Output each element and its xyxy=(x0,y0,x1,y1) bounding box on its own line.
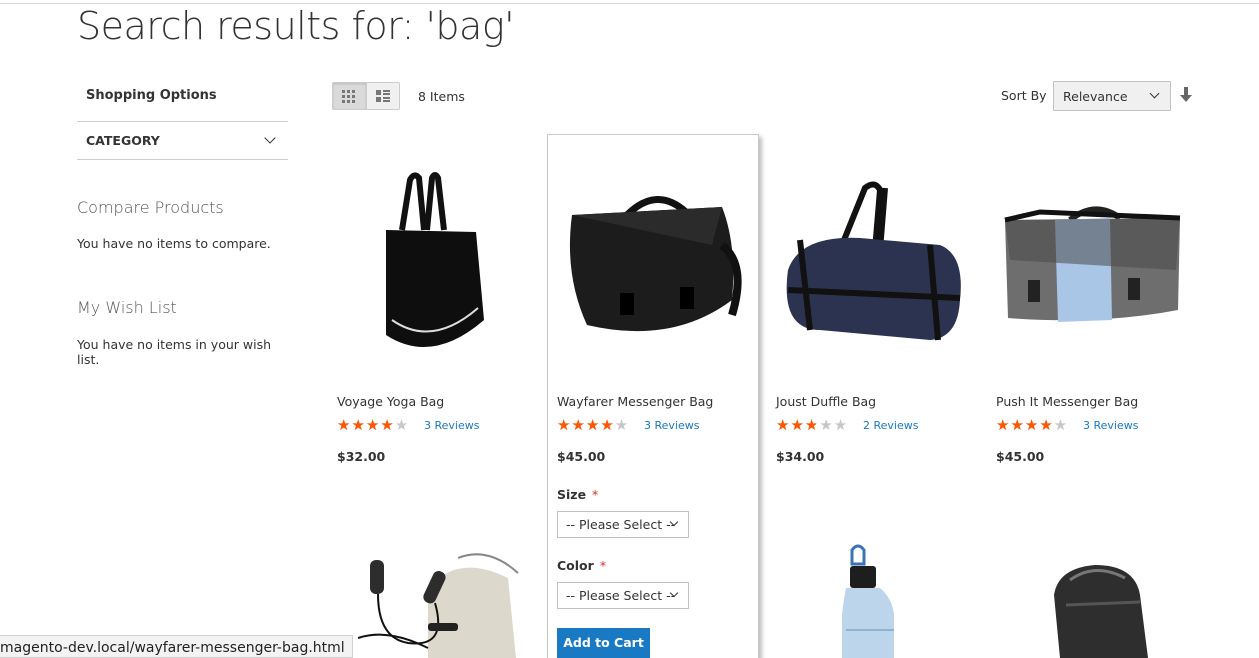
product-rating: ★★★★★★★★★★ 3 Reviews xyxy=(996,416,1196,434)
rating-stars: ★★★★★★★★★★ xyxy=(337,416,410,434)
grid-icon xyxy=(342,89,356,103)
chevron-down-icon xyxy=(1149,88,1160,99)
rating-stars: ★★★★★★★★★★ xyxy=(557,416,630,434)
color-label-text: Color xyxy=(557,558,594,573)
compare-products-text: You have no items to compare. xyxy=(77,236,271,251)
product-item: Wayfarer Messenger Bag ★★★★★★★★★★ 3 Revi… xyxy=(557,394,757,464)
product-item: Voyage Yoga Bag ★★★★★★★★★★ 3 Reviews $32… xyxy=(337,394,537,464)
product-price: $45.00 xyxy=(557,449,606,464)
wishlist-title: My Wish List xyxy=(77,298,177,317)
product-image-push-it-messenger-bag[interactable] xyxy=(1000,200,1185,330)
product-name[interactable]: Joust Duffle Bag xyxy=(776,394,976,409)
page-title: Search results for: 'bag' xyxy=(77,4,515,48)
rating-stars: ★★★★★★★★★★ xyxy=(776,416,849,434)
rating-stars: ★★★★★★★★★★ xyxy=(996,416,1069,434)
product-image-wayfarer-messenger-bag[interactable] xyxy=(562,185,747,345)
required-mark: * xyxy=(592,487,599,502)
reviews-link[interactable]: 3 Reviews xyxy=(1083,419,1138,432)
product-name[interactable]: Wayfarer Messenger Bag xyxy=(557,394,757,409)
view-mode-switcher xyxy=(332,82,400,110)
sort-by-label: Sort By xyxy=(1001,88,1047,103)
product-image-backpack[interactable] xyxy=(1040,560,1155,658)
product-item: Joust Duffle Bag ★★★★★★★★★★ 2 Reviews $3… xyxy=(776,394,976,464)
size-option-label: Size * xyxy=(557,487,598,502)
product-rating: ★★★★★★★★★★ 2 Reviews xyxy=(776,416,976,434)
color-select[interactable]: -- Please Select -- xyxy=(557,582,689,609)
add-to-cart-button[interactable]: Add to Cart xyxy=(557,628,650,658)
reviews-link[interactable]: 3 Reviews xyxy=(424,419,479,432)
required-mark: * xyxy=(599,558,607,573)
items-count: 8 Items xyxy=(418,89,465,104)
size-select[interactable]: -- Please Select -- xyxy=(557,511,689,538)
color-select-value: -- Please Select -- xyxy=(566,588,676,603)
product-item: Push It Messenger Bag ★★★★★★★★★★ 3 Revie… xyxy=(996,394,1196,464)
sidebar: Shopping Options CATEGORY Compare Produc… xyxy=(77,70,288,367)
product-image-voyage-yoga-bag[interactable] xyxy=(372,170,492,360)
sort-direction-icon[interactable] xyxy=(1179,87,1193,103)
reviews-link[interactable]: 2 Reviews xyxy=(863,419,918,432)
product-price: $34.00 xyxy=(776,449,825,464)
size-label-text: Size xyxy=(557,487,587,502)
product-price: $45.00 xyxy=(996,449,1045,464)
sort-by-select[interactable]: Relevance xyxy=(1053,81,1171,111)
product-name[interactable]: Push It Messenger Bag xyxy=(996,394,1196,409)
product-image-water-bottle[interactable] xyxy=(838,542,908,658)
sort-by-value: Relevance xyxy=(1063,89,1128,104)
product-rating: ★★★★★★★★★★ 3 Reviews xyxy=(557,416,757,434)
size-select-value: -- Please Select -- xyxy=(566,517,676,532)
category-filter-label: CATEGORY xyxy=(86,133,160,148)
reviews-link[interactable]: 3 Reviews xyxy=(644,419,699,432)
list-icon xyxy=(375,89,390,102)
browser-status-url: magento-dev.local/wayfarer-messenger-bag… xyxy=(0,635,353,658)
product-rating: ★★★★★★★★★★ 3 Reviews xyxy=(337,416,537,434)
product-name[interactable]: Voyage Yoga Bag xyxy=(337,394,537,409)
product-price: $32.00 xyxy=(337,449,386,464)
product-image-joust-duffle-bag[interactable] xyxy=(780,180,965,350)
category-filter[interactable]: CATEGORY xyxy=(77,122,288,160)
product-image-jump-rope-bag[interactable] xyxy=(358,548,523,658)
wishlist-text: You have no items in your wish list. xyxy=(77,337,272,367)
shopping-options-title: Shopping Options xyxy=(77,70,288,122)
chevron-down-icon xyxy=(264,132,276,144)
grid-view-button[interactable] xyxy=(333,83,366,109)
list-view-button[interactable] xyxy=(365,83,399,109)
color-option-label: Color * xyxy=(557,558,606,573)
compare-products-title: Compare Products xyxy=(77,198,224,217)
